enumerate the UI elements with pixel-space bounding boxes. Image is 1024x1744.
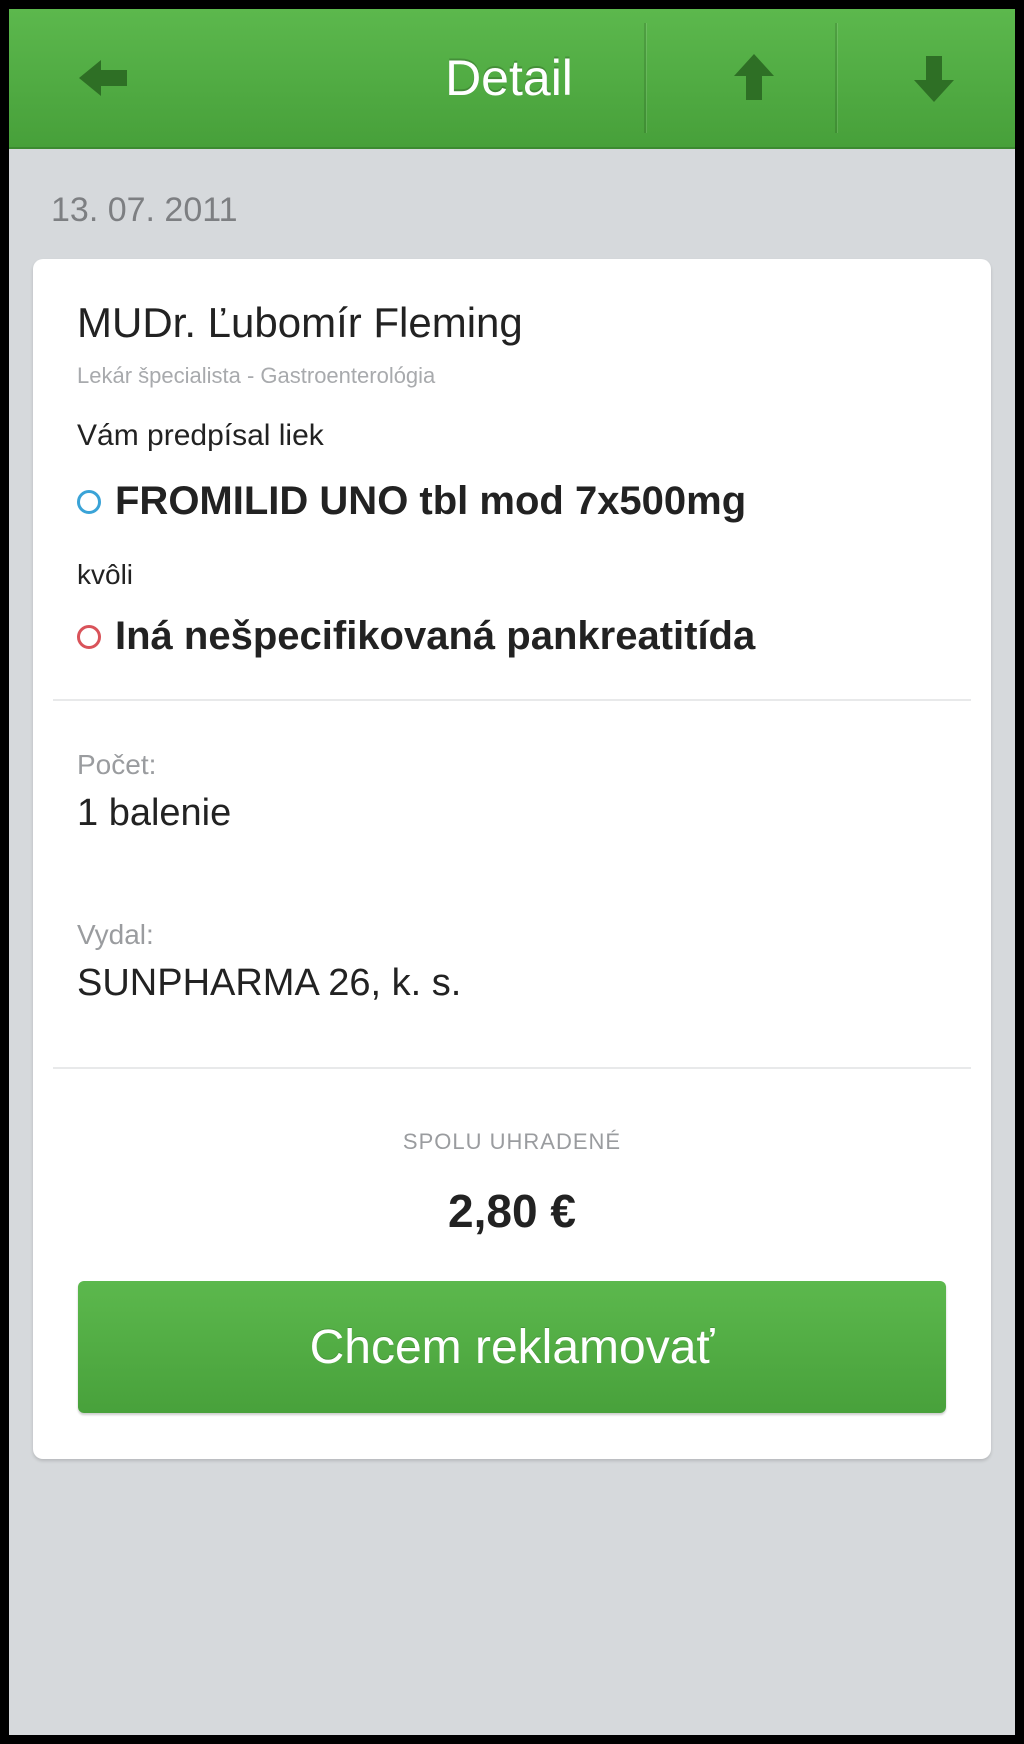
previous-button[interactable] [699, 9, 809, 147]
device-frame: Detail 13. 07. 2011 MUDr. Ľubomír Flemin… [0, 0, 1024, 1744]
doctor-name: MUDr. Ľubomír Fleming [77, 299, 523, 346]
detail-card: MUDr. Ľubomír Fleming Lekár špecialista … [33, 259, 991, 1459]
page-title: Detail [445, 50, 573, 106]
arrow-left-icon [79, 60, 127, 96]
claim-button-label: Chcem reklamovať [309, 1320, 715, 1374]
issuer-label: Vydal: [77, 919, 154, 950]
nav-separator [835, 23, 837, 133]
drug-dot-icon [77, 489, 101, 514]
prescribed-label: Vám predpísal liek [77, 419, 324, 452]
record-date: 13. 07. 2011 [51, 191, 238, 229]
navbar: Detail [9, 9, 1015, 149]
count-value: 1 balenie [77, 792, 232, 834]
arrow-up-icon [734, 54, 774, 100]
next-button[interactable] [879, 9, 989, 147]
drug-name: FROMILID UNO tbl mod 7x500mg [115, 479, 747, 523]
doctor-specialty: Lekár špecialista - Gastroenterológia [77, 363, 436, 388]
diagnosis-dot-icon [77, 624, 101, 649]
divider [53, 1067, 971, 1069]
diagnosis-row: Iná nešpecifikovaná pankreatitída [77, 614, 755, 659]
count-label: Počet: [77, 749, 157, 780]
nav-separator [644, 23, 646, 133]
total-paid-label: SPOLU UHRADENÉ [402, 1129, 622, 1154]
back-button[interactable] [49, 9, 159, 147]
diagnosis-name: Iná nešpecifikovaná pankreatitída [115, 614, 756, 658]
divider [53, 699, 971, 701]
total-paid-value: 2,80 € [448, 1185, 576, 1237]
arrow-down-icon [914, 56, 954, 102]
drug-row: FROMILID UNO tbl mod 7x500mg [77, 479, 746, 524]
because-label: kvôli [77, 559, 134, 590]
issuer-value: SUNPHARMA 26, k. s. [77, 962, 462, 1004]
claim-button[interactable]: Chcem reklamovať [78, 1281, 946, 1413]
app-screen: Detail 13. 07. 2011 MUDr. Ľubomír Flemin… [9, 9, 1015, 1735]
